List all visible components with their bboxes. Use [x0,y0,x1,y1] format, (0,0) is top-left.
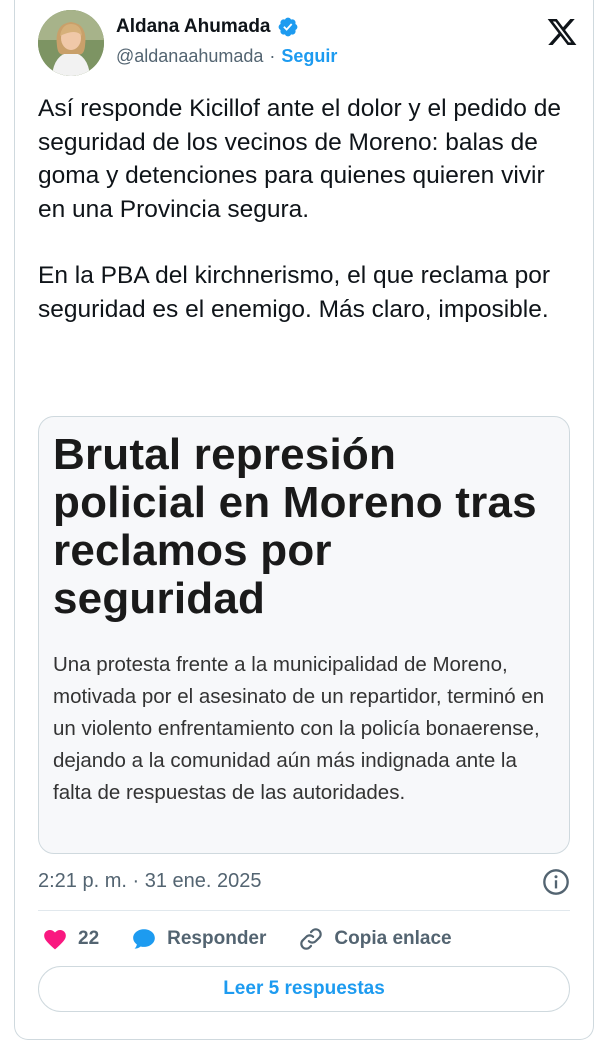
reply-button[interactable]: Responder [131,926,266,952]
info-icon[interactable] [542,868,570,896]
quote-body: Una protesta frente a la municipalidad d… [53,653,545,804]
read-replies-button[interactable]: Leer 5 respuestas [38,966,570,1012]
timestamp-row: 2:21 p. m. · 31 ene. 2025 [38,868,570,898]
x-logo-icon[interactable] [546,16,578,48]
speech-bubble-icon [133,929,155,949]
copy-link-label: Copia enlace [334,928,452,949]
timestamp[interactable]: 2:21 p. m. · 31 ene. 2025 [38,870,262,893]
copy-link-button[interactable]: Copia enlace [298,926,452,952]
like-button[interactable]: 22 [42,926,99,952]
quote-headline: Brutal represión policial en Moreno tras… [53,430,537,623]
like-count: 22 [78,928,100,949]
author-name[interactable]: Aldana Ahumada [116,16,271,38]
separator-dot: · [269,46,276,66]
follow-button[interactable]: Seguir [281,46,337,67]
tweet-header: Aldana Ahumada @aldanaahumada · Seguir [38,10,578,78]
author-handle[interactable]: @aldanaahumada [116,46,263,67]
quoted-image-card[interactable]: Brutal represión policial en Moreno tras… [38,416,570,854]
avatar[interactable] [38,10,104,76]
tweet-text: Así responde Kicillof ante el dolor y el… [38,92,568,359]
action-bar: 22 Responder Copia enlace [42,922,570,956]
heart-icon [44,930,66,950]
verified-badge-icon [278,17,297,37]
tweet-paragraph-1: Así responde Kicillof ante el dolor y el… [38,95,561,223]
tweet-paragraph-2: En la PBA del kirchnerismo, el que recla… [38,262,551,323]
divider [38,910,570,911]
link-icon [300,928,323,950]
reply-label: Responder [167,928,267,949]
